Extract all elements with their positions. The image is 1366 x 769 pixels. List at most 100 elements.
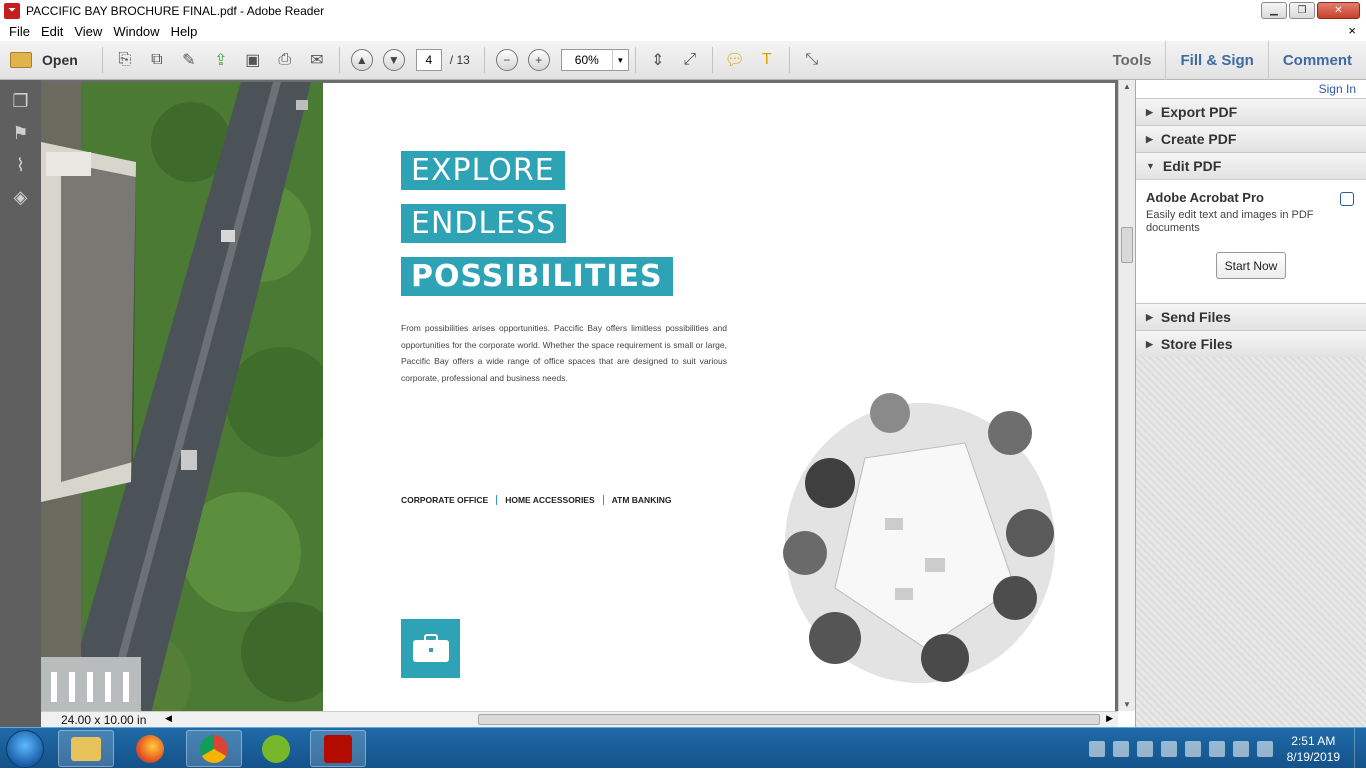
toolbar-separator [711,47,713,73]
menu-view[interactable]: View [74,24,102,39]
section-store-files[interactable]: ▶ Store Files [1136,330,1366,357]
tray-display-icon[interactable] [1136,740,1153,757]
taskbar-firefox[interactable] [122,730,178,767]
toolbar-separator [634,47,636,73]
menu-edit[interactable]: Edit [41,24,63,39]
category-item: HOME ACCESSORIES [496,495,602,505]
page-thumbnails-icon[interactable]: ❐ [10,90,32,112]
menu-file[interactable]: File [9,24,30,39]
section-edit-pdf[interactable]: ▼ Edit PDF [1136,152,1366,179]
clock-time: 2:51 AM [1291,733,1336,748]
start-now-button[interactable]: Start Now [1216,252,1286,279]
main-toolbar: Open ⎘ ⧉ ✎ ⇪ ▣ ⎙ ✉ ▲ ▼ 4 / 13 − + 60% ▼ … [0,41,1366,80]
tray-network-icon[interactable] [1112,740,1129,757]
taskbar-adobe-reader[interactable] [310,730,366,767]
fit-page-icon[interactable]: ⇕ [645,47,671,73]
windows-taskbar: 2:51 AM 8/19/2019 [0,727,1366,769]
toolbar-tabs: Tools Fill & Sign Comment [1099,41,1366,80]
page-total: / 13 [449,53,470,67]
acrobat-pro-description: Easily edit text and images in PDF docum… [1146,209,1314,234]
section-label: Store Files [1160,336,1233,352]
document-view[interactable]: EXPLORE ENDLESS POSSIBILITIES From possi… [41,80,1135,711]
scroll-right-icon[interactable]: ▶ [1106,713,1113,724]
horizontal-scrollbar[interactable]: 24.00 x 10.00 in ◀ ▶ [41,711,1118,727]
upload-icon[interactable]: ⇪ [208,47,234,73]
tab-comment[interactable]: Comment [1267,41,1366,80]
taskbar-explorer[interactable] [58,730,114,767]
menu-window[interactable]: Window [113,24,159,39]
print-icon[interactable]: ⎙ [272,47,298,73]
section-create-pdf[interactable]: ▶ Create PDF [1136,125,1366,152]
email-icon[interactable]: ✉ [304,47,330,73]
briefcase-icon [401,619,460,678]
full-screen-icon[interactable]: ⤡ [799,47,825,73]
combine-files-icon[interactable]: ⧉ [144,47,170,73]
toolbar-separator [101,47,103,73]
intro-paragraph: From possibilities arises opportunities.… [401,323,727,383]
close-button[interactable]: ✕ [1317,2,1360,19]
system-clock[interactable]: 2:51 AM 8/19/2019 [1287,733,1340,765]
open-button[interactable]: Open [10,52,78,68]
window-title: PACCIFIC BAY BROCHURE FINAL.pdf - Adobe … [26,3,325,18]
taskbar-utorrent[interactable] [248,730,304,767]
battery-icon[interactable] [1208,740,1225,757]
maximize-button[interactable]: ❐ [1289,2,1315,19]
create-pdf-icon[interactable]: ⎘ [112,47,138,73]
chevron-down-icon[interactable]: ▼ [611,50,628,70]
start-button[interactable] [6,730,44,768]
zoom-select[interactable]: 60% ▼ [560,49,629,71]
tab-tools[interactable]: Tools [1099,41,1166,80]
next-page-button[interactable]: ▼ [382,49,405,71]
fit-width-icon[interactable]: ⤢ [677,47,703,73]
bookmarks-icon[interactable]: ⚑ [10,122,32,144]
tab-fill-sign[interactable]: Fill & Sign [1165,41,1267,80]
page-size-label: 24.00 x 10.00 in [61,713,147,727]
menu-help[interactable]: Help [171,24,198,39]
zoom-in-button[interactable]: + [527,49,550,71]
previous-page-button[interactable]: ▲ [350,49,373,71]
zoom-out-button[interactable]: − [495,49,518,71]
layers-icon[interactable]: ◈ [10,186,32,208]
navigation-pane: ❐ ⚑ ⌇ ◈ [0,80,41,727]
meeting-photo [775,388,1065,688]
category-item: ATM BANKING [602,495,680,505]
minimize-button[interactable]: ▁ [1261,2,1287,19]
sticky-note-icon[interactable]: 💬︎ [722,47,748,73]
horizontal-scroll-thumb[interactable] [478,714,1100,725]
close-document-button[interactable]: × [1348,23,1356,38]
chevron-right-icon: ▶ [1146,133,1153,144]
page-number-input[interactable]: 4 [415,49,442,71]
adobe-reader-icon: ⏷ [4,2,20,19]
attachments-icon[interactable]: ⌇ [10,154,32,176]
chevron-right-icon: ▶ [1146,338,1153,349]
edit-pdf-icon[interactable]: ✎ [176,47,202,73]
scroll-left-icon[interactable]: ◀ [165,713,172,724]
acrobat-pro-heading: Adobe Acrobat Pro [1146,190,1264,205]
window-controls: ▁ ❐ ✕ [1261,2,1360,19]
word-icon[interactable] [1088,740,1105,757]
section-send-files[interactable]: ▶ Send Files [1136,303,1366,330]
headline-line-3: POSSIBILITIES [401,257,673,296]
section-label: Export PDF [1160,104,1238,120]
vertical-scrollbar[interactable]: ▲ ▼ [1118,80,1135,711]
vertical-scroll-thumb[interactable] [1121,227,1133,263]
sign-in-link[interactable]: Sign In [1136,80,1366,98]
scroll-up-icon[interactable]: ▲ [1123,82,1131,91]
highlight-text-icon[interactable]: T [754,47,780,73]
adobe-reader-icon [324,734,352,763]
save-icon[interactable]: ▣ [240,47,266,73]
show-desktop-button[interactable] [1354,728,1366,769]
bluetooth-icon[interactable] [1160,740,1177,757]
section-export-pdf[interactable]: ▶ Export PDF [1136,98,1366,125]
volume-icon[interactable] [1256,740,1273,757]
section-label: Edit PDF [1162,158,1222,174]
chrome-icon [200,734,228,763]
action-center-icon[interactable] [1232,740,1249,757]
zoom-value: 60% [574,53,599,67]
tools-pane: Sign In ▶ Export PDF ▶ Create PDF ▼ Edit… [1135,80,1366,727]
signal-icon[interactable] [1184,740,1201,757]
menu-bar: File Edit View Window Help × [0,21,1366,41]
taskbar-chrome[interactable] [186,730,242,767]
scroll-down-icon[interactable]: ▼ [1123,700,1131,709]
open-label: Open [42,52,78,68]
